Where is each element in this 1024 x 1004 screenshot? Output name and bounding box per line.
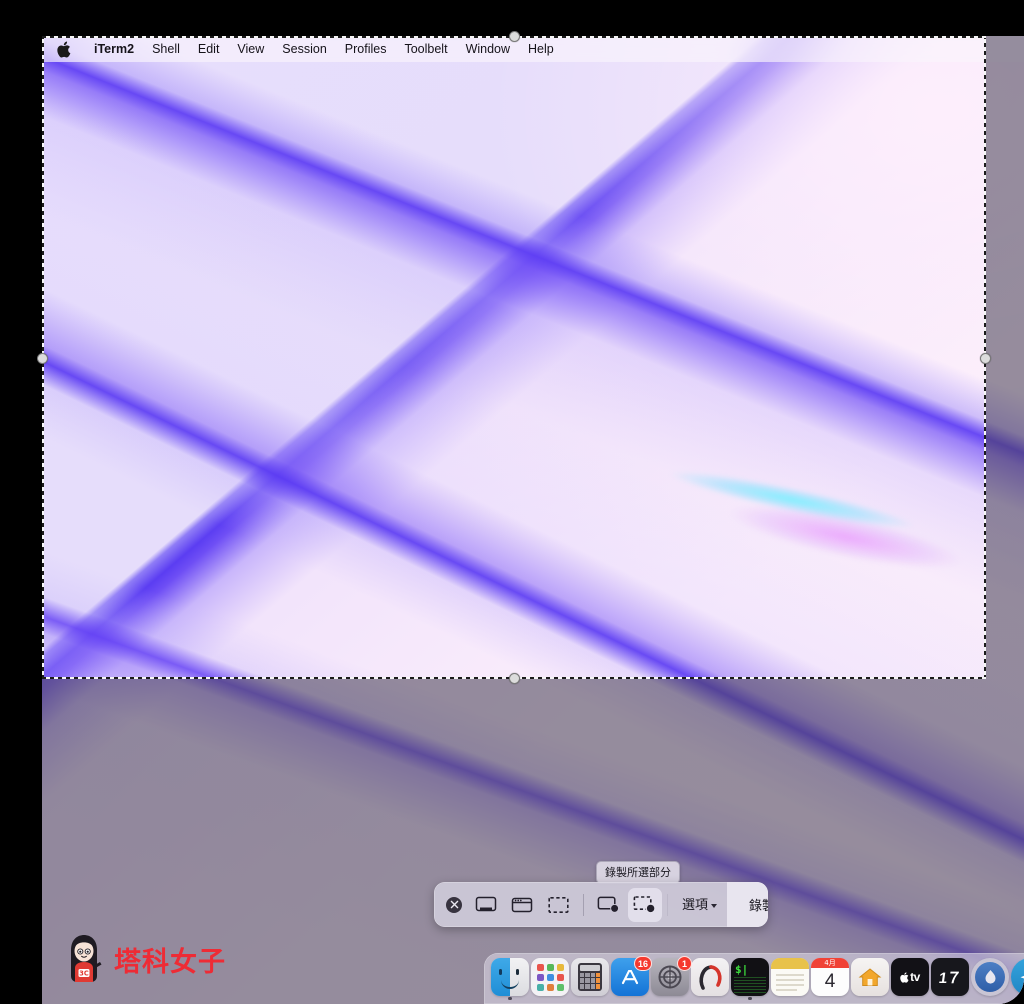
system-preferences-badge: 1 [677,956,692,971]
selection-handle-south[interactable] [509,673,520,684]
dock-item-home[interactable] [851,958,889,996]
toolbar-divider-1 [583,893,584,916]
options-button[interactable]: 選項 [672,882,727,927]
dock-item-system-preferences[interactable]: 1 [651,956,692,996]
capture-selected-portion-button[interactable] [541,888,575,922]
launchpad-icon [531,958,569,996]
screenshot-selection-region[interactable] [37,31,991,684]
dock-item-app-store[interactable]: 16 [611,956,652,996]
chevron-down-icon [711,903,718,908]
dock-item-calculator[interactable] [571,958,609,996]
screen-frame: iTerm2 Shell Edit View Session Profiles … [0,0,1024,1004]
dock-item-tradingview[interactable]: 1７ [931,958,969,996]
watermark-text: 塔科女子 [114,946,226,978]
dock-item-apple-tv[interactable]: tv [891,958,929,996]
dock-item-launchpad[interactable] [531,958,569,996]
unarchiver-icon [691,958,729,996]
terminal-icon: $| [731,958,769,996]
calendar-day: 4 [824,971,836,992]
dock[interactable]: 16 1 $| 4月 4 tv 1７ [484,953,1024,1004]
options-label: 選項 [682,897,709,912]
notes-icon [771,958,809,996]
dim-overlay-right [986,36,1024,679]
dock-item-terminal[interactable]: $| [731,958,769,1000]
capture-entire-screen-button[interactable] [469,888,503,922]
capture-selected-window-button[interactable] [505,888,539,922]
selection-handle-east[interactable] [980,352,991,364]
calculator-icon [571,958,609,996]
apple-tv-icon: tv [891,958,929,996]
running-indicator [748,996,752,1000]
app-store-badge: 16 [633,956,652,971]
record-button[interactable]: 錄製 [727,882,768,927]
tradingview-icon: 1７ [931,958,969,996]
watermark-avatar-icon: 3C [62,934,106,984]
running-indicator [508,996,512,1000]
dock-item-calendar[interactable]: 4月 4 [811,958,849,996]
capture-tooltip: 錄製所選部分 [596,861,680,884]
dock-item-finder[interactable] [491,958,529,1000]
finder-icon [491,958,529,996]
telegram-icon [1011,958,1024,996]
home-icon [851,958,889,996]
calendar-month: 4月 [811,958,849,968]
dock-item-unarchiver[interactable] [691,958,729,996]
selection-dashed-border [42,36,986,679]
watermark: 3C 塔科女子 [62,934,226,984]
screenshot-toolbar[interactable]: 選項 錄製 [434,882,768,927]
firefox-focus-icon [971,958,1009,996]
dock-item-telegram[interactable] [1011,958,1024,996]
dock-item-notes[interactable] [771,958,809,996]
toolbar-divider-2 [667,893,668,916]
dock-item-firefox-focus[interactable] [971,958,1009,996]
calendar-icon: 4月 4 [811,958,849,996]
close-x-icon[interactable] [446,896,462,913]
record-entire-screen-button[interactable] [592,888,626,922]
svg-text:3C: 3C [79,970,89,978]
selection-handle-north[interactable] [509,31,520,42]
selection-handle-west[interactable] [37,352,48,364]
record-selected-portion-button[interactable] [628,887,662,922]
